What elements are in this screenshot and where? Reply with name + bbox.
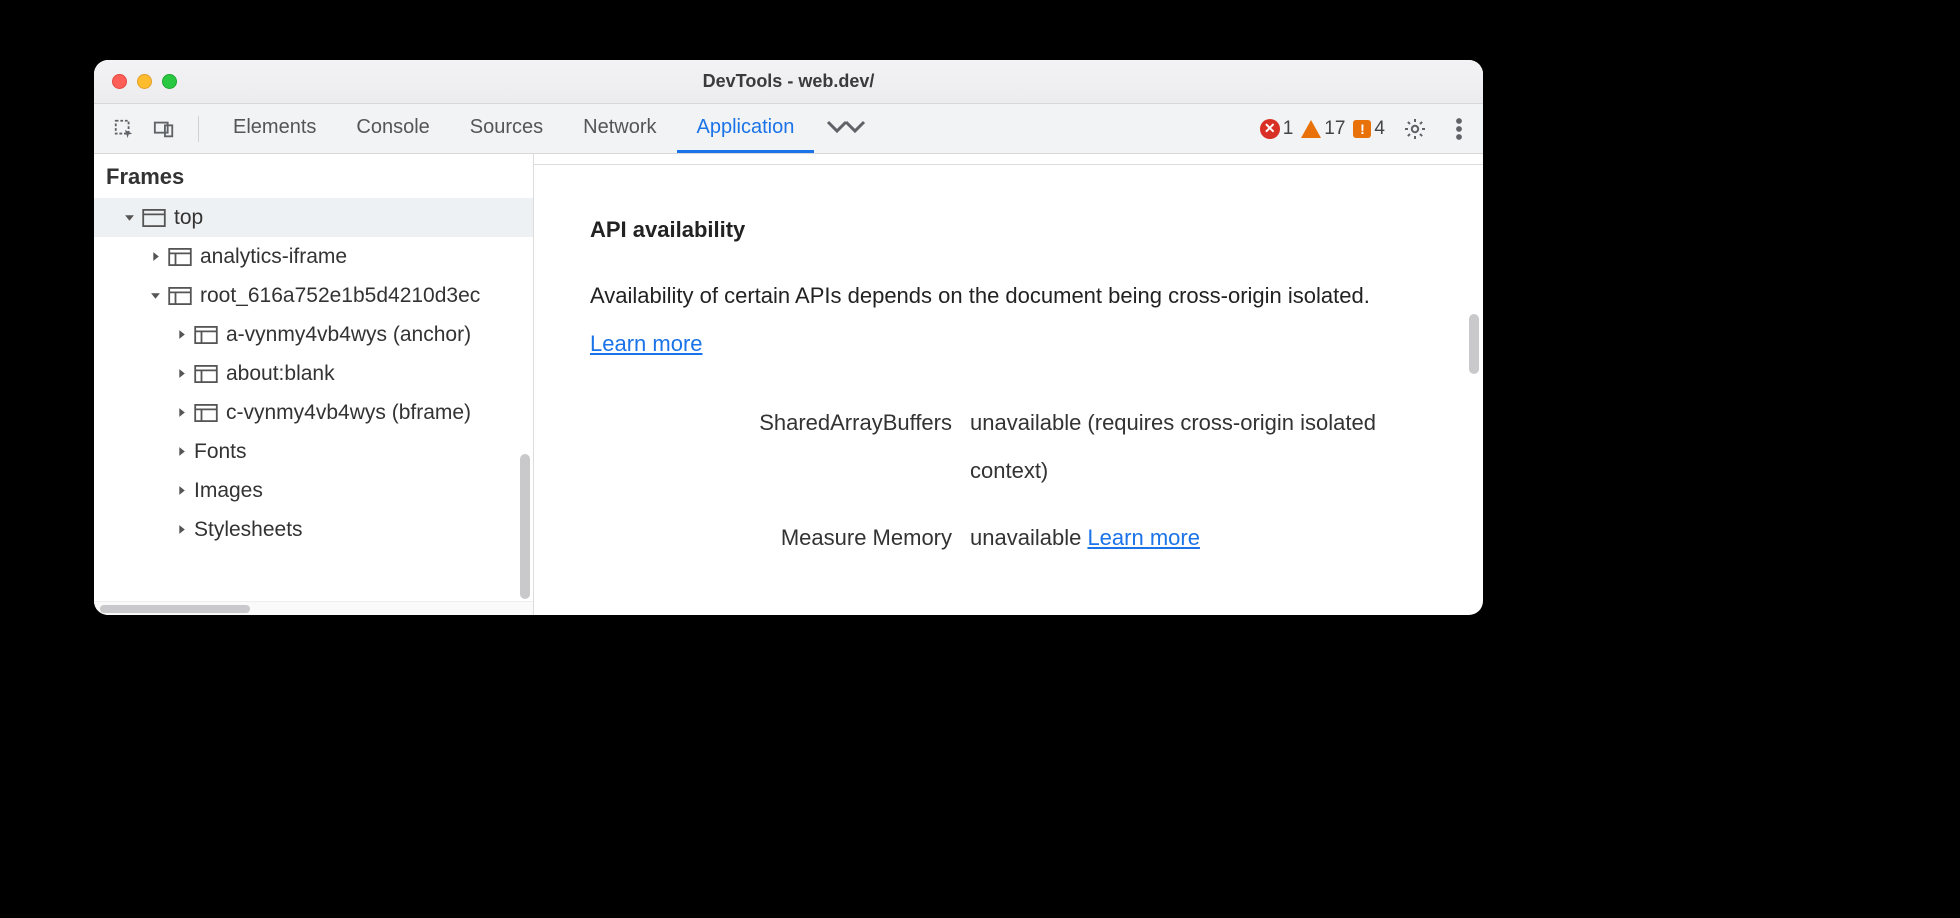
warning-icon	[1301, 120, 1321, 138]
kv-row: SharedArrayBuffersunavailable (requires …	[590, 399, 1427, 496]
disclosure-icon[interactable]	[174, 485, 188, 496]
tree-label: Stylesheets	[194, 518, 303, 542]
sidebar-header: Frames	[94, 154, 533, 198]
tree-row[interactable]: top	[94, 198, 533, 237]
disclosure-icon[interactable]	[148, 290, 162, 301]
tree-row[interactable]: about:blank	[94, 354, 533, 393]
errors-count[interactable]: ✕ 1	[1260, 118, 1294, 140]
description-text: Availability of certain APIs depends on …	[590, 283, 1370, 308]
window-icon	[142, 209, 166, 227]
tree-row[interactable]: c-vynmy4vb4wys (bframe)	[94, 393, 533, 432]
more-options-icon[interactable]	[1445, 115, 1473, 143]
section-description: Availability of certain APIs depends on …	[590, 272, 1427, 369]
learn-more-link[interactable]: Learn more	[1087, 525, 1200, 550]
kv-row: Measure Memoryunavailable Learn more	[590, 514, 1427, 562]
tree-row[interactable]: analytics-iframe	[94, 237, 533, 276]
tab-sources[interactable]: Sources	[450, 104, 563, 153]
errors-number: 1	[1283, 118, 1294, 140]
devtools-toolbar: ElementsConsoleSourcesNetworkApplication…	[94, 104, 1483, 154]
disclosure-icon[interactable]	[174, 524, 188, 535]
tree-label: root_616a752e1b5d4210d3ec	[200, 284, 480, 308]
devtools-window: DevTools - web.dev/ ElementsConsoleSourc…	[94, 60, 1483, 615]
disclosure-icon[interactable]	[174, 446, 188, 457]
window-close-button[interactable]	[112, 74, 127, 89]
learn-more-link[interactable]: Learn more	[590, 331, 703, 356]
kv-key: SharedArrayBuffers	[590, 399, 970, 447]
sidebar-hscroll-track[interactable]	[94, 601, 533, 615]
tree-label: a-vynmy4vb4wys (anchor)	[226, 323, 471, 347]
warnings-number: 17	[1324, 118, 1345, 140]
more-tabs-icon[interactable]	[824, 116, 868, 142]
sidebar-hscroll-thumb[interactable]	[100, 605, 250, 613]
tree-row[interactable]: root_616a752e1b5d4210d3ec	[94, 276, 533, 315]
disclosure-icon[interactable]	[148, 251, 162, 262]
sidebar-vscroll[interactable]	[520, 454, 530, 599]
tree-label: Fonts	[194, 440, 247, 464]
tree-label: c-vynmy4vb4wys (bframe)	[226, 401, 471, 425]
issue-icon: !	[1353, 120, 1371, 138]
frames-sidebar: Frames top analytics-iframe root_616a752e1…	[94, 154, 534, 615]
toolbar-divider	[198, 116, 199, 142]
device-toolbar-icon[interactable]	[150, 115, 178, 143]
frame-icon	[194, 365, 218, 383]
window-title: DevTools - web.dev/	[94, 71, 1483, 92]
titlebar: DevTools - web.dev/	[94, 60, 1483, 104]
tree-label: top	[174, 206, 203, 230]
disclosure-icon[interactable]	[174, 329, 188, 340]
warnings-count[interactable]: 17	[1301, 118, 1345, 140]
frame-icon	[194, 326, 218, 344]
settings-icon[interactable]	[1401, 115, 1429, 143]
kv-value: unavailable (requires cross-origin isola…	[970, 399, 1427, 496]
frame-icon	[168, 287, 192, 305]
content-panel: API availability Availability of certain…	[534, 154, 1483, 615]
section-title: API availability	[590, 213, 1427, 246]
disclosure-icon[interactable]	[174, 368, 188, 379]
error-icon: ✕	[1260, 119, 1280, 139]
window-maximize-button[interactable]	[162, 74, 177, 89]
content-vscroll[interactable]	[1469, 314, 1479, 374]
tree-label: Images	[194, 479, 263, 503]
tree-label: analytics-iframe	[200, 245, 347, 269]
tab-application[interactable]: Application	[677, 104, 815, 153]
kv-value: unavailable Learn more	[970, 514, 1427, 562]
tree-row[interactable]: a-vynmy4vb4wys (anchor)	[94, 315, 533, 354]
window-minimize-button[interactable]	[137, 74, 152, 89]
issues-number: 4	[1374, 118, 1385, 140]
frames-tree: top analytics-iframe root_616a752e1b5d4210…	[94, 198, 533, 601]
inspect-element-icon[interactable]	[110, 115, 138, 143]
tree-row[interactable]: Images	[94, 471, 533, 510]
tree-row[interactable]: Stylesheets	[94, 510, 533, 549]
tree-row[interactable]: Fonts	[94, 432, 533, 471]
tab-network[interactable]: Network	[563, 104, 676, 153]
frame-icon	[194, 404, 218, 422]
tree-label: about:blank	[226, 362, 335, 386]
disclosure-icon[interactable]	[122, 212, 136, 223]
kv-key: Measure Memory	[590, 514, 970, 562]
panel-tabs: ElementsConsoleSourcesNetworkApplication	[213, 104, 814, 153]
tab-console[interactable]: Console	[336, 104, 449, 153]
tab-elements[interactable]: Elements	[213, 104, 336, 153]
frame-icon	[168, 248, 192, 266]
issues-count[interactable]: ! 4	[1353, 118, 1385, 140]
disclosure-icon[interactable]	[174, 407, 188, 418]
api-availability-table: SharedArrayBuffersunavailable (requires …	[590, 399, 1427, 562]
